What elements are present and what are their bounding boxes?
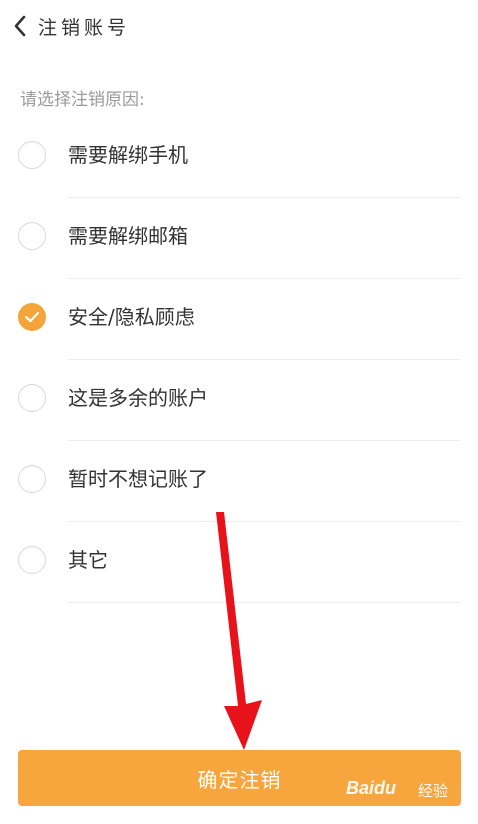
option-label: 需要解绑手机	[68, 143, 188, 167]
option-unbind-phone[interactable]: 需要解绑手机	[0, 117, 478, 198]
option-redundant-account[interactable]: 这是多余的账户	[0, 360, 478, 441]
option-label: 需要解绑邮箱	[68, 224, 188, 248]
radio-button[interactable]	[18, 141, 46, 169]
option-label: 安全/隐私顾虑	[68, 305, 195, 329]
baidu-jingyan-watermark: Baidu 经验	[340, 772, 474, 806]
radio-button[interactable]	[18, 546, 46, 574]
chevron-left-icon	[13, 15, 27, 41]
option-label: 这是多余的账户	[68, 386, 208, 410]
radio-button[interactable]	[18, 465, 46, 493]
watermark-suffix: 经验	[418, 782, 449, 800]
check-icon	[24, 308, 40, 327]
back-button[interactable]	[8, 14, 32, 42]
reason-prompt: 请选择注销原因:	[20, 90, 145, 110]
page-title: 注销账号	[38, 17, 131, 39]
watermark-brand: Baidu	[346, 778, 397, 798]
red-arrow-annotation	[216, 512, 262, 750]
option-unbind-email[interactable]: 需要解绑邮箱	[0, 198, 478, 279]
radio-button-checked[interactable]	[18, 303, 46, 331]
top-bar: 注销账号	[0, 0, 478, 56]
radio-button[interactable]	[18, 384, 46, 412]
option-security-privacy[interactable]: 安全/隐私顾虑	[0, 279, 478, 360]
option-label: 暂时不想记账了	[68, 467, 208, 491]
radio-button[interactable]	[18, 222, 46, 250]
option-label: 其它	[68, 548, 108, 572]
